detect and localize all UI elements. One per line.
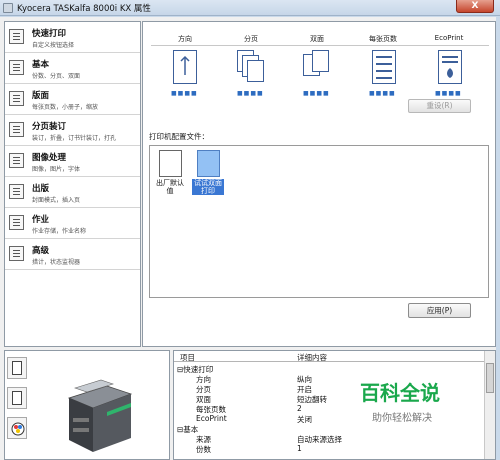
window-edge [496, 17, 500, 460]
printer-illustration [67, 379, 133, 452]
duplex-icon[interactable] [303, 50, 331, 84]
vertical-scrollbar[interactable] [484, 351, 495, 459]
profile-caption: 出厂默认值 [156, 179, 184, 195]
sidebar-item-subtitle: 图像，图片，字体 [32, 166, 81, 173]
quick-print-panel: 方向 分页 双面 每张页数 EcoPrint ■■■■ ■■■■ ■■■■ ■■… [142, 21, 496, 347]
sidebar-item-label: 分页装订 [32, 122, 67, 132]
sidebar-item-layout[interactable]: 版面 每张页数，小册子，缩放 [5, 84, 140, 115]
close-button[interactable]: X [456, 0, 494, 13]
sidebar-item-label: 出版 [32, 184, 50, 194]
sidebar-item-label: 版面 [32, 91, 50, 101]
basic-icon [9, 60, 24, 75]
document-icon [196, 150, 220, 177]
finishing-icon [9, 122, 24, 137]
publishing-icon [9, 184, 24, 199]
job-icon [9, 215, 24, 230]
sidebar-item-label: 快速打印 [32, 29, 67, 39]
sidebar-item-subtitle: 装订，折叠，订书针装订，打孔 [32, 135, 117, 142]
printer-preview-panel [4, 350, 170, 460]
orientation-option-dots[interactable]: ■■■■ [171, 90, 198, 97]
title-bar: Kyocera TASKalfa 8000i KX 属性 X [0, 0, 500, 16]
column-header-pages-per-sheet: 每张页数 [369, 35, 397, 43]
app-icon [3, 3, 13, 13]
window-title: Kyocera TASKalfa 8000i KX 属性 [17, 4, 151, 14]
apply-button[interactable]: 应用(P) [408, 303, 471, 318]
document-icon [158, 150, 182, 177]
tab-color[interactable] [7, 417, 27, 439]
tree-item-value: 1 [297, 444, 302, 453]
sidebar-item-imaging[interactable]: 图像处理 图像，图片，字体 [5, 146, 140, 177]
list-tab-icon [12, 391, 22, 405]
column-header-ecoprint: EcoPrint [434, 34, 464, 42]
advanced-icon [9, 246, 24, 261]
column-header-duplex: 双面 [310, 35, 324, 43]
sidebar-item-job[interactable]: 作业 作业存储，作业名称 [5, 208, 140, 239]
watermark-subtitle: 助你轻松解决 [372, 413, 432, 424]
collate-option-dots[interactable]: ■■■■ [237, 90, 264, 97]
table-header: 项目 详细内容 [174, 351, 485, 362]
sidebar-item-label: 高级 [32, 246, 50, 256]
pages-per-sheet-option-dots[interactable]: ■■■■ [369, 90, 396, 97]
sidebar-item-quick-print[interactable]: 快速打印 自定义按钮选择 [5, 22, 140, 53]
profile-list: 出厂默认值 试试双面打印 [149, 145, 489, 298]
sidebar-nav: 快速打印 自定义按钮选择 基本 份数、分页、双面 版面 每张页数，小册子，缩放 … [4, 21, 141, 347]
sidebar-item-basic[interactable]: 基本 份数、分页、双面 [5, 53, 140, 84]
sidebar-item-publishing[interactable]: 出版 封面模式，插入页 [5, 177, 140, 208]
sidebar-item-subtitle: 封面模式，插入页 [32, 197, 81, 204]
ecoprint-icon[interactable] [438, 50, 462, 84]
tab-settings-list[interactable] [7, 387, 27, 409]
layout-icon [9, 91, 24, 106]
table-row[interactable]: 份数 1 [174, 444, 485, 454]
imaging-icon [9, 153, 24, 168]
sidebar-item-label: 作业 [32, 215, 50, 225]
ecoprint-option-dots[interactable]: ■■■■ [435, 90, 462, 97]
sidebar-item-label: 图像处理 [32, 153, 67, 163]
tree-item-value: 2 [297, 404, 302, 413]
column-header-orientation: 方向 [178, 35, 192, 43]
sidebar-item-subtitle: 份数、分页、双面 [32, 73, 81, 80]
sidebar-item-subtitle: 自定义按钮选择 [32, 42, 75, 49]
tree-item-label: EcoPrint [196, 414, 227, 423]
profile-item-factory-default[interactable]: 出厂默认值 [154, 150, 186, 204]
quick-print-icon [9, 29, 24, 44]
collate-icon[interactable] [237, 50, 265, 84]
tab-printer-image[interactable] [7, 357, 27, 379]
column-header-item: 项目 [180, 353, 195, 362]
watermark: 百科全说 助你轻松解决 [350, 371, 470, 433]
scrollbar-thumb[interactable] [486, 363, 494, 393]
reset-button[interactable]: 重设(R) [408, 99, 471, 113]
sidebar-item-subtitle: 每张页数，小册子，缩放 [32, 104, 99, 111]
sidebar-item-finishing[interactable]: 分页装订 装订，折叠，订书针装订，打孔 [5, 115, 140, 146]
column-header-collate: 分页 [244, 35, 258, 43]
table-row[interactable]: 来源 自动来源选择 [174, 434, 485, 444]
pages-per-sheet-icon[interactable] [372, 50, 396, 84]
tree-item-label: 份数 [196, 445, 211, 454]
watermark-title: 百科全说 [360, 381, 440, 405]
profile-caption: 试试双面打印 [192, 179, 224, 195]
column-header-detail: 详细内容 [297, 353, 327, 362]
sidebar-item-subtitle: 措计，状态监视器 [32, 259, 81, 266]
duplex-option-dots[interactable]: ■■■■ [303, 90, 330, 97]
header-divider [151, 45, 489, 46]
sidebar-item-label: 基本 [32, 60, 50, 70]
orientation-portrait-icon[interactable] [173, 50, 197, 84]
color-tab-icon [11, 422, 25, 436]
profile-item-duplex[interactable]: 试试双面打印 [192, 150, 224, 204]
printer-tab-icon [12, 361, 22, 375]
profile-section-label: 打印机配置文件： [149, 132, 209, 141]
sidebar-item-advanced[interactable]: 高级 措计，状态监视器 [5, 239, 140, 270]
sidebar-item-subtitle: 作业存储，作业名称 [32, 228, 87, 235]
